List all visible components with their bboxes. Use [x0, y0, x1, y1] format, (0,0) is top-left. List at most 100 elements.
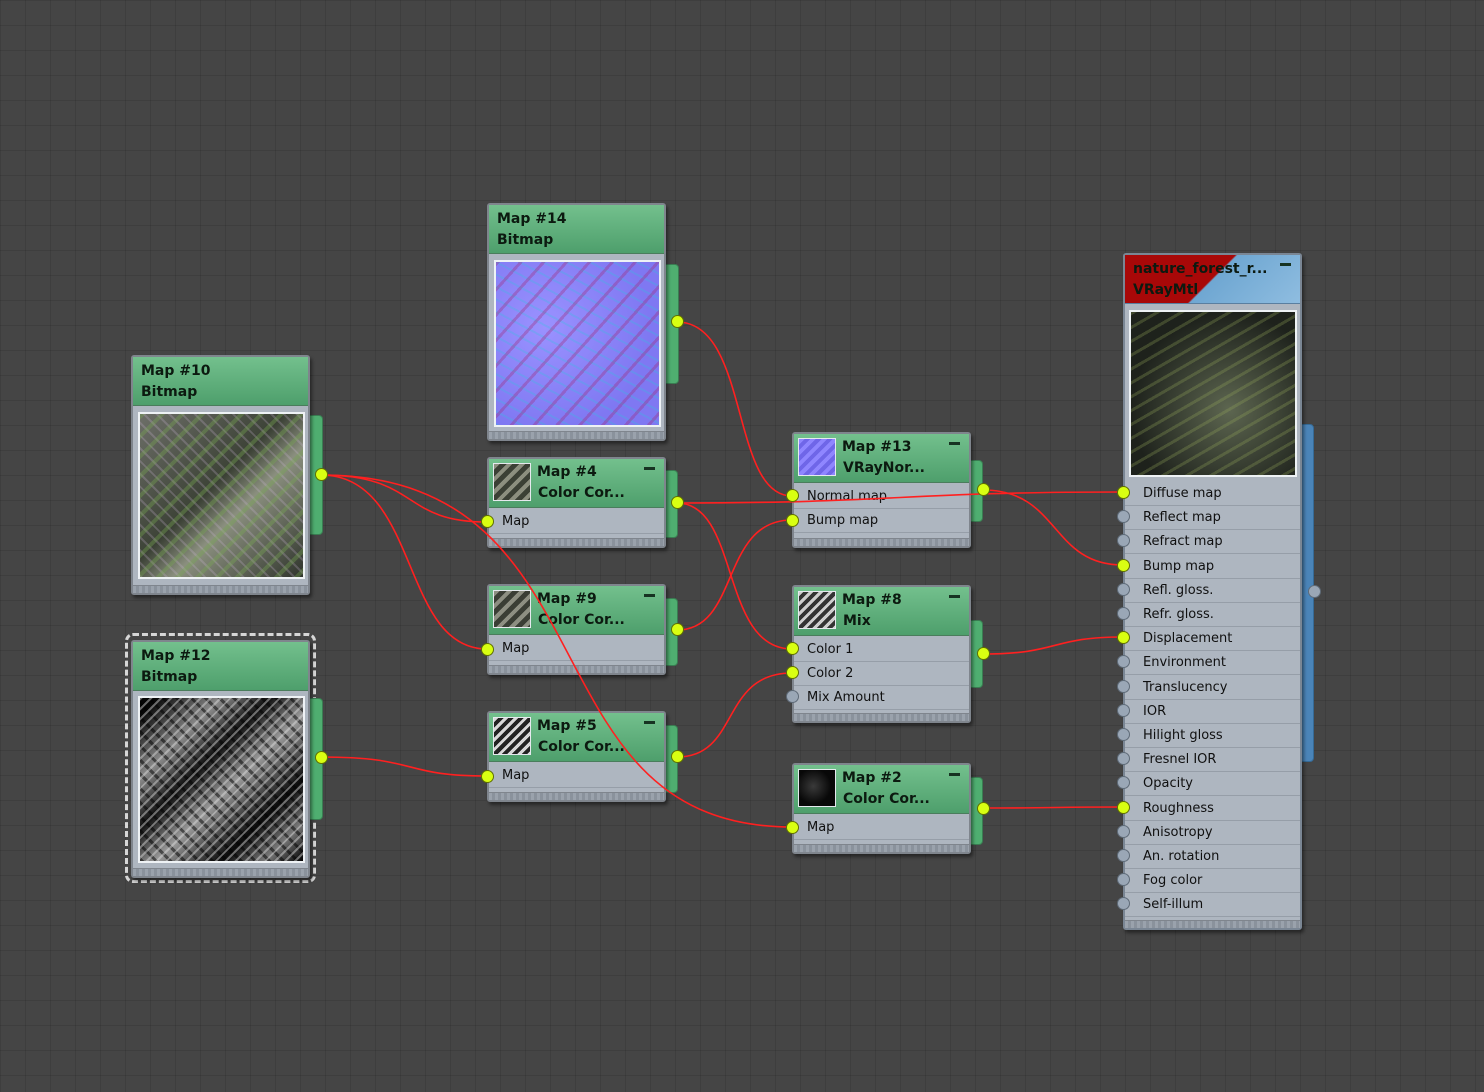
material-input-socket[interactable]: [1117, 825, 1130, 838]
map4-slot-map[interactable]: Map: [489, 510, 664, 534]
map13-input-normal-socket[interactable]: [786, 489, 799, 502]
map8-output-socket[interactable]: [977, 647, 990, 660]
material-input-socket[interactable]: [1117, 534, 1130, 547]
material-input-socket[interactable]: [1117, 801, 1130, 814]
material-input-socket[interactable]: [1117, 631, 1130, 644]
material-slot-ior[interactable]: IOR: [1125, 700, 1300, 724]
map14-header[interactable]: Map #14 Bitmap: [489, 205, 664, 254]
node-map13[interactable]: Map #13 VRayNor... Normal map Bump map: [792, 432, 971, 548]
map8-slot-color2[interactable]: Color 2: [794, 662, 969, 686]
material-slot-fresnel-ior[interactable]: Fresnel IOR: [1125, 748, 1300, 773]
wire-map4-to-map8-color1[interactable]: [676, 502, 793, 650]
map13-header[interactable]: Map #13 VRayNor...: [794, 434, 969, 483]
wire-map10-to-map9[interactable]: [320, 474, 488, 650]
material-slot-reflect-map[interactable]: Reflect map: [1125, 506, 1300, 531]
map8-slot-mix-amount[interactable]: Mix Amount: [794, 686, 969, 710]
map2-collapse-button[interactable]: [949, 773, 960, 776]
material-input-socket[interactable]: [1117, 776, 1130, 789]
material-header[interactable]: nature_forest_r... VRayMtl: [1125, 255, 1300, 304]
wire-map8-to-displacement[interactable]: [982, 636, 1124, 655]
material-collapse-button[interactable]: [1280, 263, 1291, 266]
map9-output-socket[interactable]: [671, 623, 684, 636]
material-input-socket[interactable]: [1117, 728, 1130, 741]
node-map12[interactable]: Map #12 Bitmap: [131, 640, 310, 878]
wire-map14-to-map13-normal[interactable]: [676, 321, 793, 497]
node-map5[interactable]: Map #5 Color Cor... Map: [487, 711, 666, 802]
material-output-socket[interactable]: [1308, 585, 1321, 598]
map4-output-socket[interactable]: [671, 496, 684, 509]
wire-map9-to-map13-bump[interactable]: [676, 519, 793, 631]
map13-slot-normal-map[interactable]: Normal map: [794, 485, 969, 509]
material-input-socket[interactable]: [1117, 583, 1130, 596]
material-slot-environment[interactable]: Environment: [1125, 651, 1300, 676]
map9-slot-map[interactable]: Map: [489, 637, 664, 661]
map12-header[interactable]: Map #12 Bitmap: [133, 642, 308, 691]
node-map2[interactable]: Map #2 Color Cor... Map: [792, 763, 971, 854]
material-input-socket[interactable]: [1117, 704, 1130, 717]
map2-output-socket[interactable]: [977, 802, 990, 815]
material-slot-refr-gloss[interactable]: Refr. gloss.: [1125, 603, 1300, 627]
map13-slot-bump-map[interactable]: Bump map: [794, 509, 969, 533]
material-input-socket[interactable]: [1117, 510, 1130, 523]
map13-input-bump-socket[interactable]: [786, 514, 799, 527]
material-input-socket[interactable]: [1117, 655, 1130, 668]
node-map10[interactable]: Map #10 Bitmap: [131, 355, 310, 595]
material-input-socket[interactable]: [1117, 680, 1130, 693]
material-slot-opacity[interactable]: Opacity: [1125, 772, 1300, 797]
map2-input-socket[interactable]: [786, 821, 799, 834]
material-slot-refract-map[interactable]: Refract map: [1125, 530, 1300, 555]
material-input-socket[interactable]: [1117, 486, 1130, 499]
map9-header[interactable]: Map #9 Color Cor...: [489, 586, 664, 635]
material-slot-diffuse-map[interactable]: Diffuse map: [1125, 482, 1300, 506]
material-input-socket[interactable]: [1117, 607, 1130, 620]
map2-header[interactable]: Map #2 Color Cor...: [794, 765, 969, 814]
map14-output-socket[interactable]: [671, 315, 684, 328]
node-map4[interactable]: Map #4 Color Cor... Map: [487, 457, 666, 548]
material-slot-self-illum[interactable]: Self-illum: [1125, 893, 1300, 918]
map8-input-color1-socket[interactable]: [786, 642, 799, 655]
wire-map12-to-map5[interactable]: [320, 756, 488, 777]
map8-slot-color1[interactable]: Color 1: [794, 638, 969, 662]
material-slot-an-rotation[interactable]: An. rotation: [1125, 845, 1300, 869]
map5-output-socket[interactable]: [671, 750, 684, 763]
wire-map2-to-roughness[interactable]: [982, 806, 1124, 809]
map5-input-socket[interactable]: [481, 770, 494, 783]
map8-input-color2-socket[interactable]: [786, 666, 799, 679]
map8-collapse-button[interactable]: [949, 595, 960, 598]
map4-header[interactable]: Map #4 Color Cor...: [489, 459, 664, 508]
material-slot-roughness[interactable]: Roughness: [1125, 797, 1300, 821]
map8-input-mix-socket[interactable]: [786, 690, 799, 703]
map5-collapse-button[interactable]: [644, 721, 655, 724]
material-slot-bump-map[interactable]: Bump map: [1125, 555, 1300, 579]
material-slot-refl-gloss[interactable]: Refl. gloss.: [1125, 579, 1300, 603]
map10-output-socket[interactable]: [315, 468, 328, 481]
material-slot-hilight-gloss[interactable]: Hilight gloss: [1125, 724, 1300, 748]
map4-collapse-button[interactable]: [644, 467, 655, 470]
map9-input-socket[interactable]: [481, 643, 494, 656]
node-map9[interactable]: Map #9 Color Cor... Map: [487, 584, 666, 675]
map2-slot-map[interactable]: Map: [794, 816, 969, 840]
material-slot-fog-color[interactable]: Fog color: [1125, 869, 1300, 894]
wire-map13-to-bump[interactable]: [982, 489, 1124, 566]
map8-header[interactable]: Map #8 Mix: [794, 587, 969, 636]
map13-collapse-button[interactable]: [949, 442, 960, 445]
wire-map5-to-map8-color2[interactable]: [676, 672, 793, 758]
map13-output-socket[interactable]: [977, 483, 990, 496]
map5-slot-map[interactable]: Map: [489, 764, 664, 788]
material-input-socket[interactable]: [1117, 849, 1130, 862]
map10-header[interactable]: Map #10 Bitmap: [133, 357, 308, 406]
node-material[interactable]: nature_forest_r... VRayMtl Diffuse map Re…: [1123, 253, 1302, 930]
material-input-socket[interactable]: [1117, 897, 1130, 910]
material-slot-translucency[interactable]: Translucency: [1125, 676, 1300, 700]
node-map14[interactable]: Map #14 Bitmap: [487, 203, 666, 441]
material-input-socket[interactable]: [1117, 752, 1130, 765]
material-input-socket[interactable]: [1117, 873, 1130, 886]
material-slot-anisotropy[interactable]: Anisotropy: [1125, 821, 1300, 845]
node-map8[interactable]: Map #8 Mix Color 1 Color 2 Mix Amount: [792, 585, 971, 723]
map9-collapse-button[interactable]: [644, 594, 655, 597]
material-slot-displacement[interactable]: Displacement: [1125, 627, 1300, 652]
map4-input-socket[interactable]: [481, 515, 494, 528]
material-input-socket[interactable]: [1117, 559, 1130, 572]
map12-output-socket[interactable]: [315, 751, 328, 764]
wire-map10-to-map4[interactable]: [320, 474, 488, 523]
